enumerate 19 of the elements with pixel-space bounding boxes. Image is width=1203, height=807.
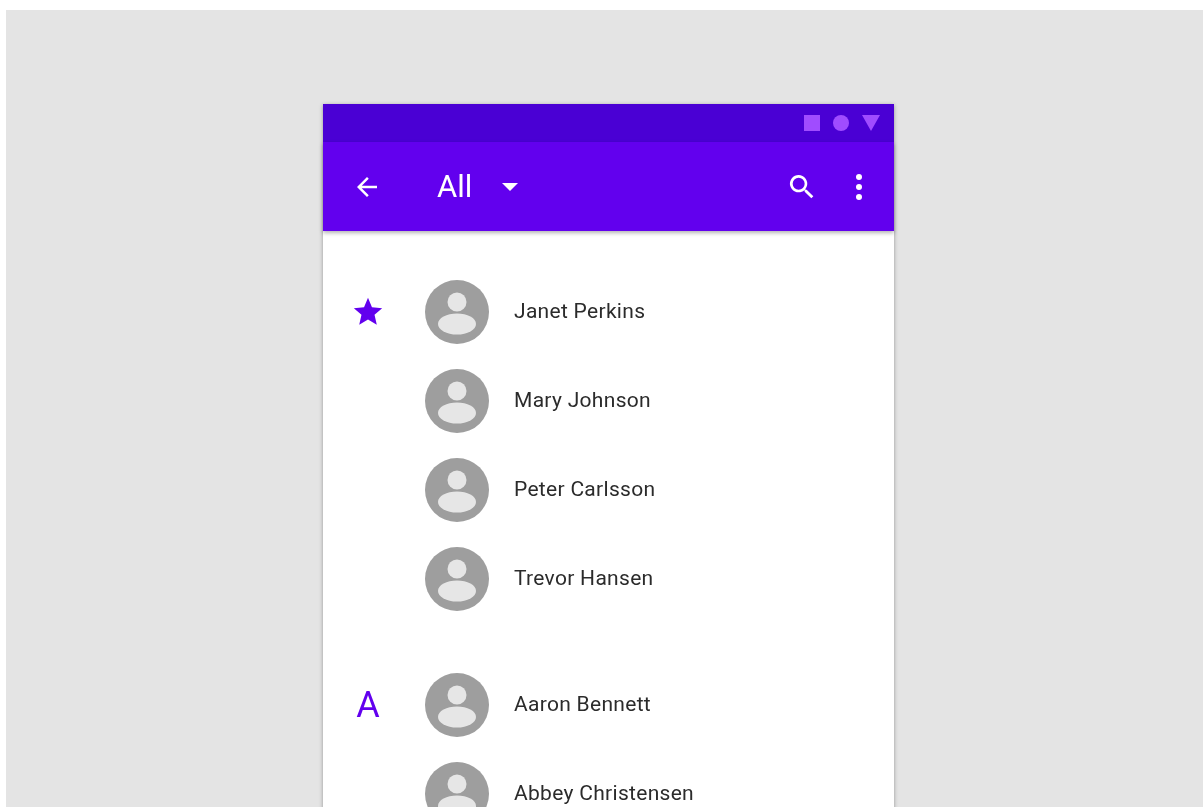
avatar-icon (425, 761, 489, 807)
caret-icon (502, 182, 519, 191)
section-letter: A (356, 686, 380, 723)
square-icon (804, 115, 820, 131)
contact-name[interactable]: Trevor Hansen (514, 566, 654, 591)
more-button[interactable] (855, 172, 863, 201)
avatar-icon (425, 546, 489, 611)
contact-name[interactable]: Peter Carlsson (514, 477, 656, 502)
circle-icon (833, 115, 849, 131)
contact-name[interactable]: Janet Perkins (514, 299, 646, 324)
avatar-icon (425, 457, 489, 522)
contact-name[interactable]: Mary Johnson (514, 388, 651, 413)
avatar-icon (425, 672, 489, 737)
avatar-icon (425, 279, 489, 344)
avatar-icon (425, 368, 489, 433)
contact-name[interactable]: Abbey Christensen (514, 781, 694, 806)
contact-name[interactable]: Aaron Bennett (514, 692, 651, 717)
filter-dropdown[interactable]: All (437, 168, 519, 205)
triangle-icon (862, 115, 880, 131)
